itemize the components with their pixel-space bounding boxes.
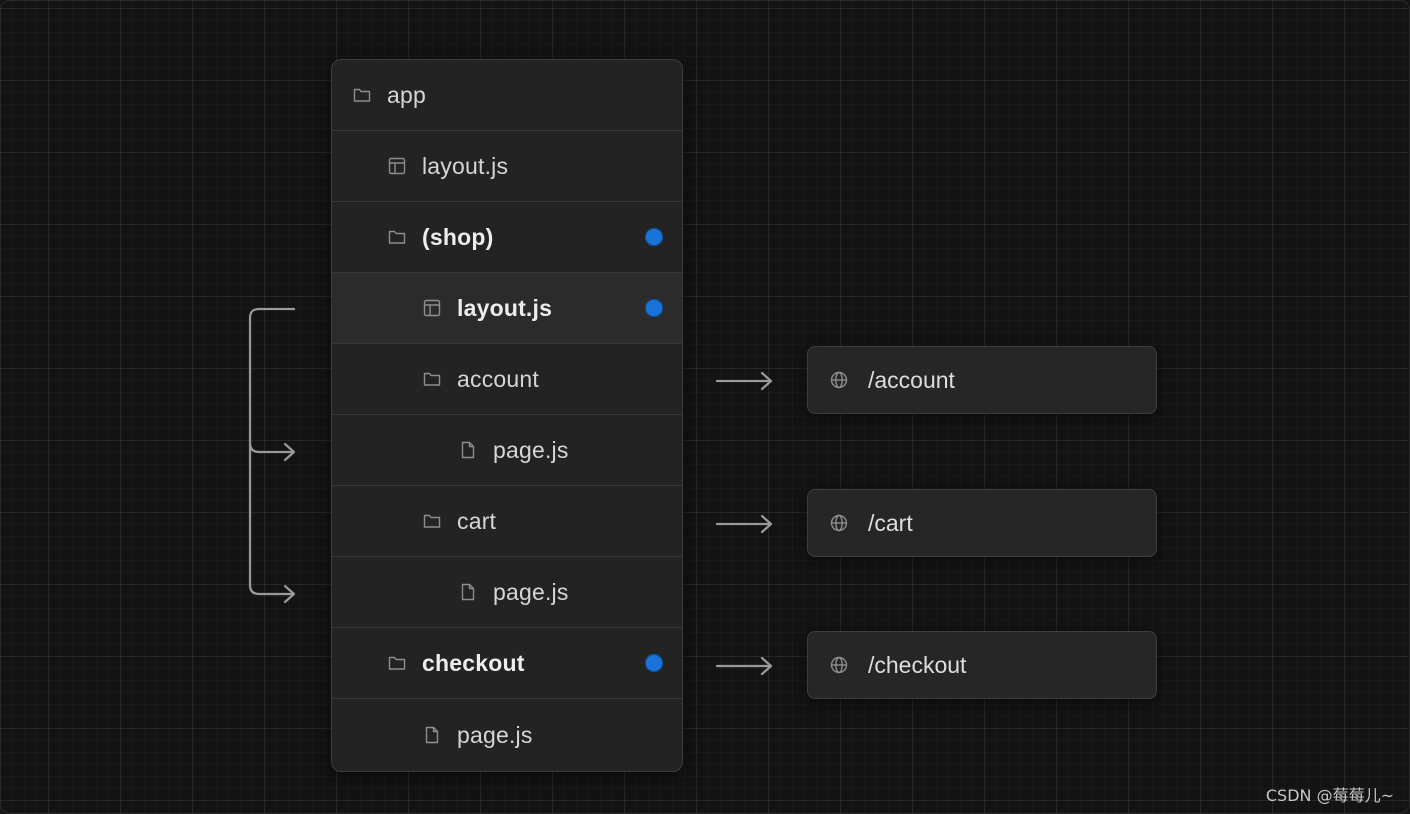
tree-item-label: cart: [457, 507, 497, 534]
tree-item-shop-layout[interactable]: layout.js: [332, 273, 682, 344]
route-arrow: [715, 371, 773, 391]
folder-icon: [422, 511, 442, 531]
tree-item-label: layout.js: [422, 152, 509, 179]
tree-item-label: page.js: [493, 578, 569, 605]
tree-item-label: account: [457, 365, 539, 392]
tree-item-checkout[interactable]: checkout: [332, 628, 682, 699]
watermark: CSDN @莓莓儿~: [1265, 786, 1394, 805]
globe-icon: [829, 370, 849, 390]
tree-item-cart-page[interactable]: page.js: [332, 557, 682, 628]
route-account[interactable]: /account: [807, 346, 1157, 414]
file-icon: [422, 725, 442, 745]
route-url: /checkout: [868, 651, 967, 678]
tree-item-label: layout.js: [457, 294, 553, 321]
layout-icon: [387, 156, 407, 176]
route-url: /cart: [868, 509, 913, 536]
route-arrow: [715, 656, 773, 676]
folder-icon: [352, 85, 372, 105]
folder-icon: [387, 653, 407, 673]
tree-item-label: (shop): [422, 223, 494, 250]
shared-layout-bracket: [248, 307, 296, 604]
file-icon: [458, 440, 478, 460]
tree-item-app[interactable]: app: [332, 60, 682, 131]
tree-item-account-page[interactable]: page.js: [332, 415, 682, 486]
tree-item-label: checkout: [422, 649, 525, 676]
tree-item-checkout-page[interactable]: page.js: [332, 699, 682, 771]
marker-dot: [645, 228, 663, 246]
globe-icon: [829, 655, 849, 675]
marker-dot: [645, 654, 663, 672]
folder-icon: [387, 227, 407, 247]
tree-item-label: app: [387, 81, 426, 108]
marker-dot: [645, 299, 663, 317]
route-arrow: [715, 514, 773, 534]
tree-item-shop-group[interactable]: (shop): [332, 202, 682, 273]
tree-item-label: page.js: [457, 721, 533, 748]
route-cart[interactable]: /cart: [807, 489, 1157, 557]
globe-icon: [829, 513, 849, 533]
tree-item-root-layout[interactable]: layout.js: [332, 131, 682, 202]
tree-item-account[interactable]: account: [332, 344, 682, 415]
route-checkout[interactable]: /checkout: [807, 631, 1157, 699]
file-tree: app layout.js (shop) layout.js account p…: [331, 59, 683, 772]
folder-icon: [422, 369, 442, 389]
tree-item-cart[interactable]: cart: [332, 486, 682, 557]
route-url: /account: [868, 366, 955, 393]
tree-item-label: page.js: [493, 436, 569, 463]
canvas-frame: [0, 0, 1410, 814]
file-icon: [458, 582, 478, 602]
layout-icon: [422, 298, 442, 318]
